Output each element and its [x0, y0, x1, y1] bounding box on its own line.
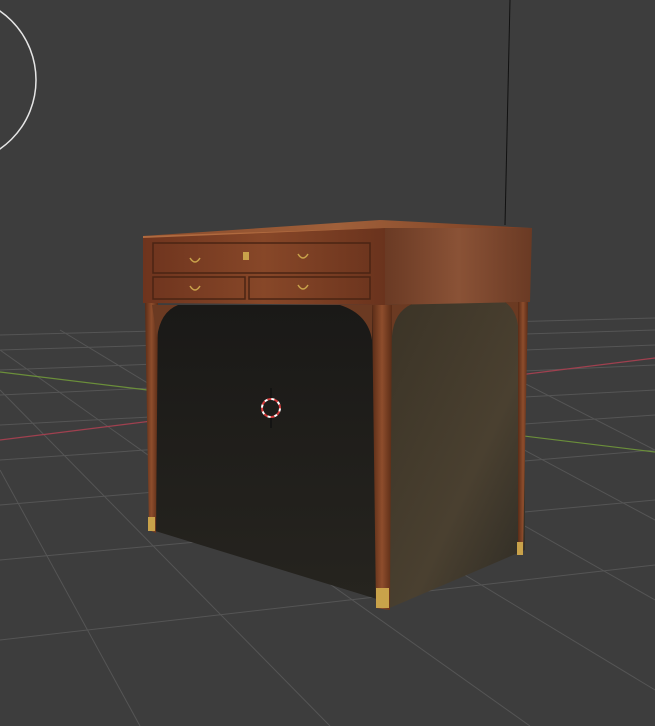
leg-foot-back-right — [517, 542, 523, 555]
cabinet-object[interactable] — [143, 220, 532, 610]
light-direction-line — [504, 0, 511, 226]
viewport-canvas[interactable] — [0, 0, 655, 726]
cabinet-interior-side — [380, 300, 525, 610]
3d-viewport[interactable] — [0, 0, 655, 726]
drawer-keyhole — [243, 252, 249, 260]
leg-foot-front-left — [148, 517, 155, 531]
leg-back-right — [518, 302, 528, 555]
cabinet-front-apron — [143, 228, 385, 305]
leg-foot-front-right — [376, 588, 389, 608]
cabinet-interior-front — [152, 305, 380, 600]
cabinet-side-apron — [385, 228, 532, 305]
leg-front-left — [145, 303, 158, 533]
light-circle-icon[interactable] — [0, 0, 37, 164]
